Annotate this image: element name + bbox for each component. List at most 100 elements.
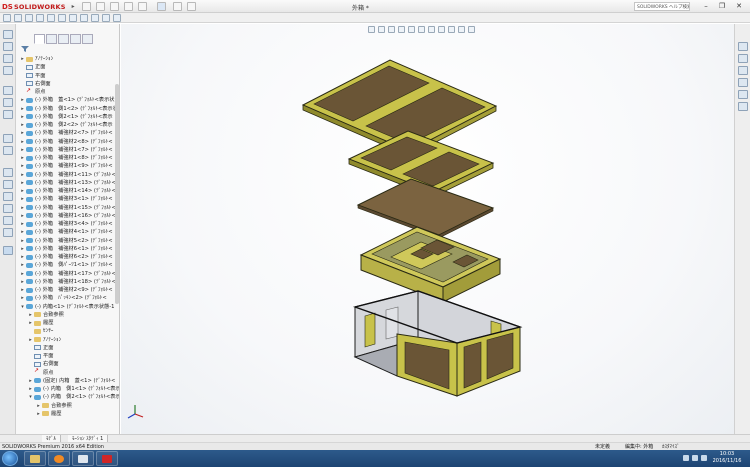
expand-toggle-icon[interactable]: ▸: [20, 286, 25, 294]
outer-box[interactable]: [352, 290, 523, 397]
propertymanager-tab-icon[interactable]: [46, 34, 57, 44]
expand-toggle-icon[interactable]: ▸: [20, 278, 25, 286]
volume-icon[interactable]: [692, 455, 698, 461]
tree-row[interactable]: 平面: [16, 72, 119, 80]
tree-row[interactable]: ▸ (-) 外箱 補強材2<7> (ﾃﾞﾌｫﾙﾄ<: [16, 129, 119, 137]
bill-of-materials-icon[interactable]: [102, 14, 110, 22]
tree-row[interactable]: ｾﾝｻｰ: [16, 327, 119, 335]
assembly-tab-icon[interactable]: [3, 246, 13, 255]
expand-toggle-icon[interactable]: ▸: [20, 294, 25, 302]
smart-dimension-icon[interactable]: [3, 14, 11, 22]
appearances-icon[interactable]: [738, 90, 748, 99]
close-button[interactable]: ✕: [733, 1, 745, 11]
expand-toggle-icon[interactable]: ▸: [20, 204, 25, 212]
tree-row[interactable]: ▸ (-) 外箱 補強材1<13> (ﾃﾞﾌｫﾙﾄ<: [16, 179, 119, 187]
tree-row[interactable]: ▸ (-) 外箱 補強材1<18> (ﾃﾞﾌｫﾙﾄ<: [16, 278, 119, 286]
start-button-icon[interactable]: [2, 451, 18, 466]
insert-icon[interactable]: [3, 54, 13, 63]
tree-row[interactable]: ▸ (-) 外箱 蓋<1> (ﾃﾞﾌｫﾙﾄ<表示状: [16, 96, 119, 104]
expand-toggle-icon[interactable]: ▸: [28, 319, 33, 327]
instant3d-icon[interactable]: [3, 228, 13, 237]
move-icon[interactable]: [3, 110, 13, 119]
explode-icon[interactable]: [3, 216, 13, 225]
expand-toggle-icon[interactable]: ▸: [20, 105, 25, 113]
minimize-button[interactable]: –: [700, 1, 712, 11]
expand-toggle-icon[interactable]: ▸: [20, 129, 25, 137]
hide-show-icon[interactable]: [3, 134, 13, 143]
filter-icon[interactable]: [21, 46, 29, 52]
tree-row[interactable]: ▸ (-) 外箱 補強材4<1> (ﾃﾞﾌｫﾙﾄ<: [16, 228, 119, 236]
custom-properties-icon[interactable]: [738, 102, 748, 111]
tree-row[interactable]: 右側面: [16, 360, 119, 368]
sketch-tool-icon[interactable]: [3, 30, 13, 39]
explorer-app-icon[interactable]: [24, 451, 46, 466]
help-search-input[interactable]: SOLIDWORKS ヘルプ検索: [634, 2, 690, 11]
expand-toggle-icon[interactable]: ▸: [20, 253, 25, 261]
tree-row[interactable]: ▾ (-) 内箱<1> (ﾃﾞﾌｫﾙﾄ<表示状態-1: [16, 303, 119, 311]
smart-fasteners-icon[interactable]: [3, 98, 13, 107]
expand-toggle-icon[interactable]: ▸: [36, 410, 41, 418]
undo-icon[interactable]: [138, 2, 147, 11]
expand-toggle-icon[interactable]: ▸: [20, 154, 25, 162]
mate-icon[interactable]: [25, 14, 33, 22]
tree-row[interactable]: ▸ 合致参照: [16, 311, 119, 319]
expand-toggle-icon[interactable]: ▸: [20, 237, 25, 245]
expand-toggle-icon[interactable]: ▸: [28, 377, 33, 385]
flat-board[interactable]: [356, 178, 495, 239]
tree-row[interactable]: ▸ (-) 外箱 補強材1<11> (ﾃﾞﾌｫﾙﾄ<: [16, 171, 119, 179]
expand-toggle-icon[interactable]: ▸: [20, 261, 25, 269]
insert-component-icon[interactable]: [14, 14, 22, 22]
tree-row[interactable]: ▸ (-) 外箱 補強材1<9> (ﾃﾞﾌｫﾙﾄ<: [16, 162, 119, 170]
tree-row[interactable]: ▸ 履歴: [16, 319, 119, 327]
reference-geometry-icon[interactable]: [80, 14, 88, 22]
panel-scrollbar[interactable]: [115, 84, 119, 304]
exploded-view-icon[interactable]: [113, 14, 121, 22]
expand-toggle-icon[interactable]: ▸: [20, 220, 25, 228]
menu-arrow-icon[interactable]: ▸: [72, 3, 75, 10]
media-app-icon[interactable]: [48, 451, 70, 466]
tree-row[interactable]: ▸ (-) 外箱 補強材2<9> (ﾃﾞﾌｫﾙﾄ<: [16, 286, 119, 294]
file-explorer-icon[interactable]: [738, 66, 748, 75]
design-library-icon[interactable]: [738, 54, 748, 63]
view-palette-icon[interactable]: [738, 78, 748, 87]
expand-toggle-icon[interactable]: ▸: [20, 195, 25, 203]
expand-toggle-icon[interactable]: ▸: [20, 245, 25, 253]
expand-toggle-icon[interactable]: ▸: [20, 96, 25, 104]
motion-icon[interactable]: [3, 192, 13, 201]
solidworks-logo[interactable]: DS SOLIDWORKS ▸: [2, 2, 75, 11]
interference-icon[interactable]: [3, 146, 13, 155]
new-motion-study-icon[interactable]: [91, 14, 99, 22]
expand-toggle-icon[interactable]: ▸: [28, 311, 33, 319]
mail-app-icon[interactable]: [72, 451, 94, 466]
tree-row[interactable]: ▸ (-) 外箱 補強材1<17> (ﾃﾞﾌｫﾙﾄ<: [16, 270, 119, 278]
tree-row[interactable]: ▸ (-) 外箱 補強材1<7> (ﾃﾞﾌｫﾙﾄ<: [16, 146, 119, 154]
maximize-button[interactable]: ❐: [716, 1, 728, 11]
featuremanager-tab-icon[interactable]: [34, 34, 45, 44]
new-document-icon[interactable]: [82, 2, 91, 11]
expand-toggle-icon[interactable]: ▸: [20, 187, 25, 195]
solidworks-app-icon[interactable]: [96, 451, 118, 466]
expand-toggle-icon[interactable]: ▾: [28, 393, 33, 401]
save-icon[interactable]: [110, 2, 119, 11]
tree-row[interactable]: ▾ (-) 内箱 側2<1> (ﾃﾞﾌｫﾙﾄ<表示: [16, 393, 119, 401]
tree-row[interactable]: 正面: [16, 344, 119, 352]
tree-row[interactable]: ▸ (-) 外箱 補強材3<1> (ﾃﾞﾌｫﾙﾄ<: [16, 195, 119, 203]
expand-toggle-icon[interactable]: ▸: [36, 402, 41, 410]
tree-row[interactable]: ▸ 合致参照: [16, 402, 119, 410]
show-hidden-icon[interactable]: [58, 14, 66, 22]
tree-row[interactable]: 右側面: [16, 80, 119, 88]
tree-row[interactable]: 原点: [16, 87, 119, 96]
tree-row[interactable]: ▸ (-) 外箱 補強材1<8> (ﾃﾞﾌｫﾙﾄ<: [16, 154, 119, 162]
tree-row[interactable]: ▸ 履歴: [16, 410, 119, 418]
tree-row[interactable]: 平面: [16, 352, 119, 360]
tree-row[interactable]: ▸ (-) 外箱 側2<2> (ﾃﾞﾌｫﾙﾄ<表示: [16, 121, 119, 129]
exploded-box-model[interactable]: [121, 24, 734, 434]
tree-row[interactable]: ▸ ｱﾉﾃｰｼｮﾝ: [16, 55, 119, 63]
tree-row[interactable]: ▸ (-) 外箱 側ﾊﾟｰﾂ1<1> (ﾃﾞﾌｫﾙﾄ<: [16, 261, 119, 269]
solidworks-resources-icon[interactable]: [738, 42, 748, 51]
expand-toggle-icon[interactable]: ▸: [20, 121, 25, 129]
expand-toggle-icon[interactable]: ▸: [20, 212, 25, 220]
tree-row[interactable]: ▸ (-) 外箱 補強材1<14> (ﾃﾞﾌｫﾙﾄ<: [16, 187, 119, 195]
inner-tray[interactable]: [359, 226, 502, 303]
linear-pattern-icon[interactable]: [36, 14, 44, 22]
